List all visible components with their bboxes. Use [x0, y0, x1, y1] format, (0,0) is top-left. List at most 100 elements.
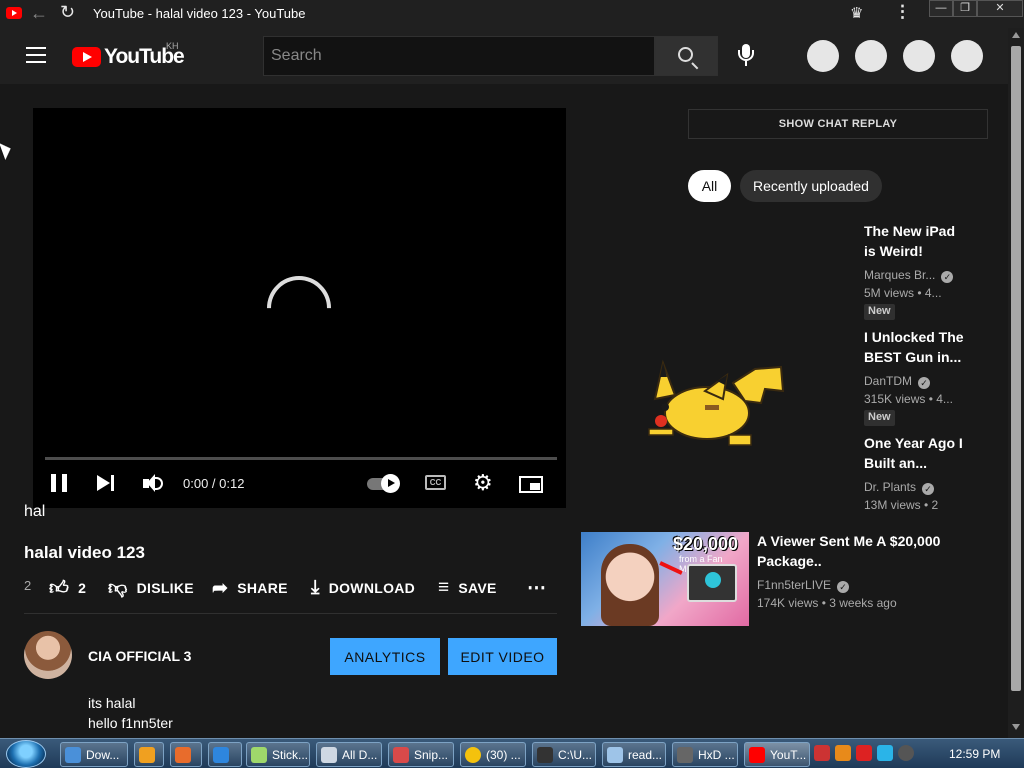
- show-chat-replay-button[interactable]: SHOW CHAT REPLAY: [688, 109, 988, 139]
- recommendation-channel: DanTDM ✓: [864, 374, 931, 389]
- scroll-down-icon[interactable]: [1012, 724, 1020, 730]
- tray-icon[interactable]: [898, 745, 914, 761]
- tray-icon[interactable]: [856, 745, 872, 761]
- view-count: 2: [24, 578, 32, 593]
- scrollbar-thumb[interactable]: [1011, 46, 1021, 691]
- pikachu-ear: [653, 359, 677, 401]
- recommendation-meta: 315K views • 4...: [864, 392, 953, 406]
- search-button[interactable]: [655, 36, 718, 76]
- recommendation-title: A Viewer Sent Me A $20,000 Package..: [757, 533, 941, 569]
- taskbar-item[interactable]: read...: [602, 742, 666, 767]
- back-arrow-icon[interactable]: ←: [30, 3, 48, 24]
- window-title: YouTube - halal video 123 - YouTube: [93, 6, 306, 21]
- taskbar-item[interactable]: HxD ...: [672, 742, 738, 767]
- recommendation-thumbnail[interactable]: $20,000 from a Fan Muses: [581, 532, 749, 626]
- taskbar-item[interactable]: Dow...: [60, 742, 128, 767]
- recommendation-channel: F1nn5terLIVE ✓: [757, 578, 850, 593]
- video-player[interactable]: 0:00 / 0:12 CC ⚙: [33, 108, 566, 508]
- recommendation-item[interactable]: A Viewer Sent Me A $20,000 Package.. F1nn…: [757, 531, 997, 611]
- minimize-button[interactable]: —: [929, 0, 953, 17]
- taskbar-item[interactable]: [134, 742, 164, 767]
- tray-icon[interactable]: [814, 745, 830, 761]
- pause-button[interactable]: [51, 472, 67, 496]
- autoplay-toggle[interactable]: [367, 472, 401, 496]
- chip-all[interactable]: All: [688, 170, 731, 202]
- taskbar-item[interactable]: C:\U...: [532, 742, 596, 767]
- share-arrow-icon: ➦: [212, 577, 229, 599]
- page-scrollbar[interactable]: [1008, 28, 1024, 738]
- pikachu-stripe: [705, 405, 719, 410]
- hamburger-menu-icon[interactable]: [26, 47, 46, 63]
- taskbar-clock[interactable]: 12:59 PM: [949, 747, 1000, 761]
- share-label: SHARE: [237, 580, 288, 596]
- taskbar-item[interactable]: (30) ...: [460, 742, 526, 767]
- more-horizontal-icon: ⋯: [527, 577, 547, 599]
- save-label: SAVE: [458, 580, 497, 596]
- settings-gear-icon[interactable]: ⚙: [473, 472, 495, 496]
- pikachu-body: [664, 386, 750, 440]
- playlist-add-icon: ≡: [438, 577, 450, 598]
- download-button[interactable]: ⤓ DOWNLOAD: [311, 575, 415, 601]
- download-icon: ⤓: [311, 577, 320, 598]
- taskbar-item[interactable]: YouT...: [744, 742, 810, 767]
- pikachu-thumbnail[interactable]: [645, 355, 785, 453]
- like-button[interactable]: 👍︎ 2: [49, 575, 86, 601]
- next-button[interactable]: [97, 472, 117, 496]
- scroll-up-icon[interactable]: [1012, 32, 1020, 38]
- package-icon: [687, 564, 737, 602]
- recommendation-item[interactable]: One Year Ago I Built an... Dr. Plants ✓ 13…: [864, 433, 994, 509]
- internet-explorer-icon: [213, 746, 229, 763]
- tray-icon[interactable]: [835, 745, 851, 761]
- account-avatar[interactable]: [951, 40, 983, 72]
- notifications-button[interactable]: [903, 40, 935, 72]
- kebab-menu-icon[interactable]: ⋮: [894, 2, 911, 22]
- more-actions-button[interactable]: ⋯: [527, 575, 555, 601]
- search-input[interactable]: [264, 37, 654, 75]
- verified-check-icon: ✓: [922, 483, 935, 495]
- recommendation-meta: 5M views • 4...: [864, 286, 942, 300]
- captions-button[interactable]: CC: [425, 472, 447, 496]
- channel-name[interactable]: CIA OFFICIAL 3: [88, 648, 191, 664]
- start-button[interactable]: [6, 740, 46, 768]
- verified-check-icon: ✓: [918, 377, 931, 389]
- notepad-icon: [607, 746, 623, 763]
- pikachu-paw: [648, 428, 674, 436]
- explorer-icon: [65, 746, 81, 763]
- recommendation-channel: Marques Br... ✓: [864, 268, 954, 283]
- youtube-icon: [749, 746, 765, 763]
- taskbar-item[interactable]: Snip...: [388, 742, 454, 767]
- divider: [24, 613, 557, 614]
- restore-button[interactable]: ❐: [953, 0, 977, 17]
- overlay-text: hal: [24, 503, 46, 520]
- apps-button[interactable]: [855, 40, 887, 72]
- youtube-favicon-icon: [6, 7, 22, 19]
- taskbar-item[interactable]: [208, 742, 242, 767]
- tray-icon[interactable]: [877, 745, 893, 761]
- create-button[interactable]: [807, 40, 839, 72]
- taskbar-item[interactable]: [170, 742, 202, 767]
- taskbar-item[interactable]: All D...: [316, 742, 382, 767]
- progress-bar[interactable]: [45, 457, 557, 460]
- microphone-icon[interactable]: [735, 44, 757, 68]
- pikachu-cheek: [655, 415, 667, 427]
- new-badge: New: [864, 304, 895, 320]
- chip-recently-uploaded[interactable]: Recently uploaded: [740, 170, 882, 202]
- thumbnail-price-text: $20,000: [673, 534, 739, 554]
- description-line: hello f1nn5ter: [88, 715, 173, 731]
- taskbar-item[interactable]: Stick...: [246, 742, 310, 767]
- reload-icon[interactable]: ↻: [60, 2, 75, 23]
- miniplayer-icon[interactable]: [519, 472, 543, 496]
- browser-window: ← ↻ YouTube - halal video 123 - YouTube …: [0, 0, 1024, 768]
- analytics-button[interactable]: ANALYTICS: [330, 638, 440, 675]
- snipping-tool-icon: [393, 746, 409, 763]
- share-button[interactable]: ➦ SHARE: [212, 575, 288, 601]
- close-button[interactable]: ✕: [977, 0, 1023, 17]
- save-button[interactable]: ≡ SAVE: [438, 575, 497, 601]
- puzzle-icon[interactable]: ♛: [850, 4, 863, 22]
- recommendation-item[interactable]: The New iPad is Weird! Marques Br... ✓ 5M …: [864, 221, 994, 321]
- volume-icon[interactable]: [143, 472, 167, 496]
- recommendation-item[interactable]: I Unlocked The BEST Gun in... DanTDM ✓ 315…: [864, 327, 994, 427]
- channel-avatar[interactable]: [24, 631, 72, 679]
- dislike-button[interactable]: 👎︎ DISLIKE: [108, 575, 194, 601]
- edit-video-button[interactable]: EDIT VIDEO: [448, 638, 557, 675]
